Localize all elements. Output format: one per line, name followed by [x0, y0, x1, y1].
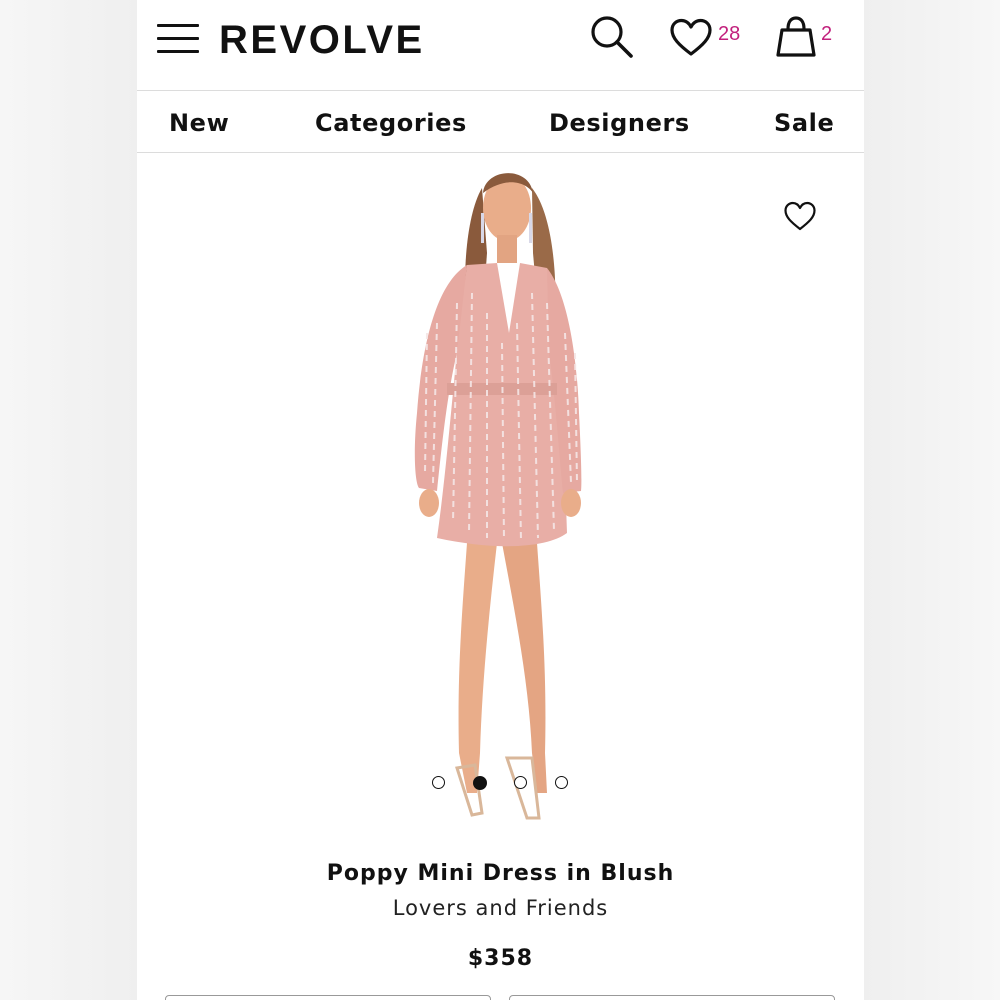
carousel-dot-3[interactable]	[514, 776, 527, 789]
favorites-count: 28	[718, 23, 741, 45]
bag-icon[interactable]	[774, 14, 818, 58]
background-right	[864, 0, 1000, 1000]
carousel-pagination	[430, 776, 570, 792]
nav-item-designers[interactable]: Designers	[549, 109, 690, 137]
nav-item-sale[interactable]: Sale	[774, 109, 834, 137]
product-image-carousel[interactable]	[137, 153, 864, 853]
revolve-logo[interactable]: REVOLVE	[219, 16, 425, 64]
add-to-bag-button[interactable]	[509, 995, 835, 1000]
nav-item-new[interactable]: New	[169, 109, 229, 137]
product-price: $358	[467, 946, 534, 971]
bag-count: 2	[821, 23, 833, 45]
background-left	[0, 0, 137, 1000]
carousel-dot-4[interactable]	[555, 776, 568, 789]
carousel-dot-1[interactable]	[432, 776, 445, 789]
category-nav: New Categories Designers Sale	[137, 90, 864, 153]
product-photo	[414, 173, 582, 820]
heart-icon[interactable]	[669, 18, 713, 58]
product-name: Poppy Mini Dress in Blush	[326, 861, 675, 886]
size-select-button[interactable]	[165, 995, 491, 1000]
wishlist-heart-icon[interactable]	[783, 201, 817, 233]
product-page: REVOLVE 28 2 New Categories Designers Sa…	[137, 0, 864, 1000]
designer-name[interactable]: Lovers and Friends	[137, 895, 864, 921]
menu-icon[interactable]	[157, 22, 199, 56]
nav-item-categories[interactable]: Categories	[315, 109, 467, 137]
header: REVOLVE 28 2	[137, 0, 864, 90]
search-icon[interactable]	[589, 14, 635, 60]
carousel-dot-2[interactable]	[473, 776, 487, 790]
